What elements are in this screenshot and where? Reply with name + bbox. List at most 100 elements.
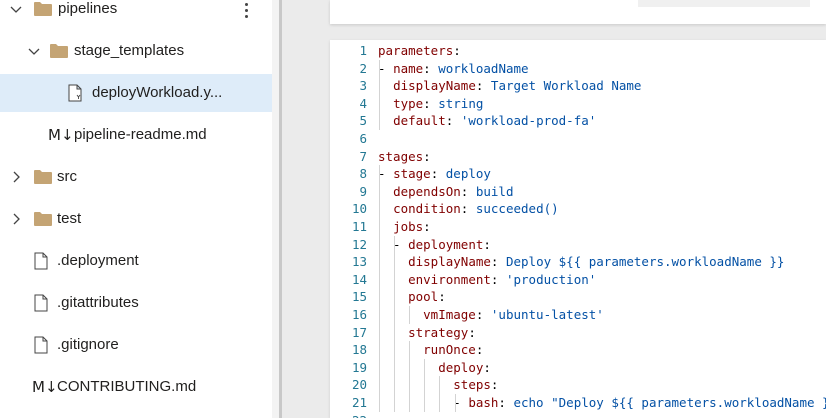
yaml-key: displayName [393,78,476,94]
line-number: 13 [351,254,367,270]
code-text: steps: [453,377,499,393]
yaml-key: vmImage [423,307,476,322]
yaml-value: string [438,95,484,111]
code-line: 14 environment: 'production' [330,271,826,289]
tree-item[interactable]: .gitignore [0,326,272,364]
tree-item[interactable]: test [0,200,272,238]
yaml-key: dependsOn [393,183,461,199]
indent-guide [379,112,380,130]
yaml-key: steps [453,377,491,393]
code-line: 3 displayName: Target Workload Name [330,77,826,95]
line-number: 18 [351,342,367,358]
line-number: 6 [359,131,367,146]
indent-guide [394,341,396,359]
code-text: pool: [408,289,446,305]
line-number: 20 [351,377,367,393]
indent-guide [424,376,426,394]
chevron-right-icon[interactable] [8,211,24,227]
markdown-icon: M↓ [32,378,58,396]
folder-icon [34,212,52,226]
file-header-card [330,0,826,24]
code-text: default: 'workload-prod-fa' [393,113,597,129]
yaml-key: deployment [408,236,484,252]
indent-guide [379,270,380,289]
tree-item[interactable]: stage_templates [0,32,272,70]
code-line: 22 [330,412,826,418]
code-text: - bash: echo "Deploy ${{ parameters.work… [378,394,826,412]
line-number: 16 [351,307,367,322]
yaml-value: 'workload-prod-fa' [460,113,597,129]
chevron-down-icon[interactable] [26,43,42,59]
code-text: dependsOn: build [393,183,514,199]
code-text: environment: 'production' [408,271,597,287]
indent-guide [409,394,411,412]
tree-item[interactable]: .gitattributes [0,284,272,322]
tree-item[interactable]: src [0,158,272,196]
line-number: 9 [359,183,367,199]
code-line: 18 runOnce: [330,341,826,359]
yaml-value: build [475,183,514,199]
folder-icon [34,170,52,184]
tree-item[interactable]: .deployment [0,242,272,280]
line-number: 17 [351,324,367,340]
tree-item-label: pipelines [58,0,118,17]
line-number: 8 [359,166,367,182]
line-number: 15 [351,289,367,305]
code-text: parameters: [378,43,461,58]
chevron-down-icon[interactable] [8,1,24,17]
yaml-value: Deploy ${{ parameters.workloadName }} [505,254,785,270]
indent-guide [394,235,396,254]
indent-guide [409,341,411,359]
tree-item[interactable]: pipelines [0,0,272,28]
code-text: vmImage: 'ubuntu-latest' [423,307,604,322]
indent-guide [379,288,380,306]
indent-guide [394,270,396,289]
line-number: 21 [351,395,367,410]
yaml-key: jobs [393,219,424,234]
yaml-key: runOnce [423,342,476,358]
indent-guide [379,235,380,254]
indent-guide [379,165,380,183]
header-action-button[interactable] [638,0,810,7]
code-line: 11 jobs: [330,218,826,236]
code-text: type: string [393,95,484,111]
chevron-right-icon[interactable] [8,169,24,185]
code-line: 7 stages: [330,148,826,166]
indent-guide [379,394,380,412]
line-number: 11 [351,219,367,234]
indent-guide [379,182,380,201]
code-line: 21 - bash: echo "Deploy ${{ parameters.w… [330,394,826,412]
indent-guide [394,306,396,324]
code-line: 5 default: 'workload-prod-fa' [330,112,826,130]
indent-guide [394,288,396,306]
line-number: 5 [359,113,367,129]
tree-item-label: test [57,210,82,227]
code-text: condition: succeeded() [393,201,559,217]
yaml-key: bash [468,395,499,410]
indent-guide [379,200,380,218]
more-actions-icon[interactable] [238,0,254,20]
line-number: 22 [330,412,367,418]
line-number: 19 [351,359,367,375]
folder-icon [34,2,52,16]
pane-divider[interactable] [282,0,290,418]
yaml-key: name [393,60,424,76]
yaml-key: deploy [438,359,484,375]
line-number: 2 [359,60,367,76]
line-number: 4 [359,95,367,111]
yaml-key: default [393,113,446,129]
code-line: 2 - name: workloadName [330,60,826,78]
indent-guide [379,59,380,78]
code-text: jobs: [393,219,431,234]
yaml-key: stage [393,166,431,182]
code-editor[interactable]: 1 parameters: 2- name: workloadName 3 displ… [330,40,826,418]
yaml-key: parameters [378,43,454,58]
indent-guide [409,358,411,377]
tree-item-label: stage_templates [74,42,185,59]
tree-item[interactable]: M↓ CONTRIBUTING.md [0,368,272,406]
tree-item[interactable]: M↓ pipeline-readme.md [0,116,272,154]
indent-guide [424,394,426,412]
indent-guide [394,323,396,342]
code-text: displayName: Deploy ${{ parameters.workl… [408,254,785,270]
tree-item[interactable]: deployWorkload.y... [0,74,272,112]
